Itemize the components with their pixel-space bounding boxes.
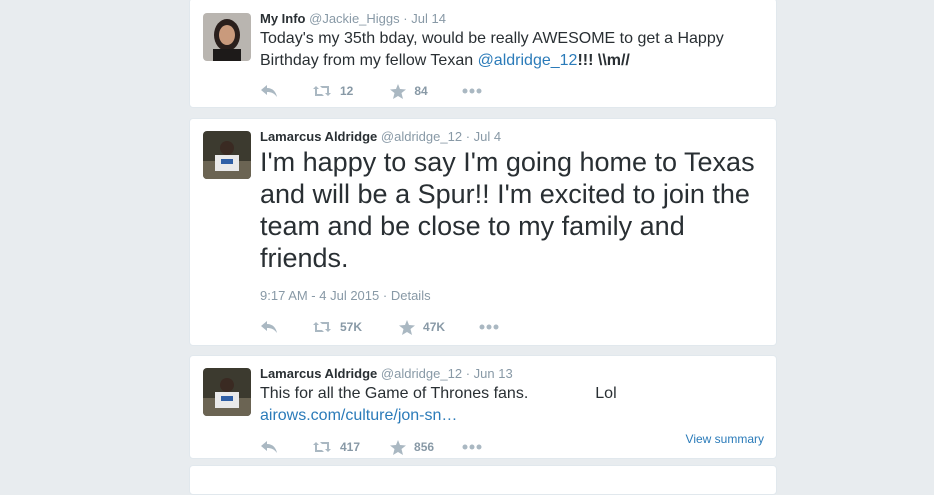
reply-icon[interactable] [260,84,278,98]
favorite-count: 856 [414,440,435,454]
retweet-button[interactable]: 417 [312,440,360,454]
retweet-icon [312,84,332,98]
retweet-icon [312,320,332,334]
tweet-text-line: friends. [260,243,349,273]
tweet-text-line: Birthday from my fellow Texan @aldridge_… [260,50,724,72]
tweet-card[interactable]: My Info @Jackie_Higgs · Jul 14 Today's m… [189,0,777,108]
tweet-text-line: team and be close to my family and [260,211,685,241]
tweet-timestamp[interactable]: 9:17 AM - 4 Jul 2015 [260,288,379,303]
author-handle[interactable]: @aldridge_12 [381,366,462,381]
star-icon [399,319,416,335]
tweet-date[interactable]: Jun 13 [474,366,513,381]
star-icon [390,83,407,99]
author-name[interactable]: My Info [260,11,306,26]
tweet-text-line: I'm happy to say I'm going home to Texas [260,147,755,177]
tweet-card-cropped[interactable] [189,465,777,495]
tweet-date[interactable]: Jul 4 [474,129,501,144]
retweet-count: 57K [340,320,363,334]
tweet-text: I'm happy to say I'm going home to Texas… [260,146,755,274]
favorite-count: 47K [423,320,446,334]
separator-dot: · [382,288,388,303]
tweet-text-segment: This for all the Game of Thrones fans. [260,385,529,402]
tweet-text-segment: Lol [595,385,617,402]
tweet-text-line: Today's my 35th bday, would be really AW… [260,30,724,47]
tweet-text-segment: Birthday from my fellow Texan [260,52,478,69]
author-name[interactable]: Lamarcus Aldridge [260,129,377,144]
favorite-count: 84 [414,84,428,98]
tweet-card[interactable]: Lamarcus Aldridge @aldridge_12 · Jul 4 I… [189,118,777,346]
author-name[interactable]: Lamarcus Aldridge [260,366,377,381]
tweet-card[interactable]: Lamarcus Aldridge @aldridge_12 · Jun 13 … [189,355,777,459]
star-icon [390,439,407,455]
more-icon[interactable] [462,444,482,450]
tweet-text-segment: !!! \\m// [577,52,630,69]
author-handle[interactable]: @Jackie_Higgs [309,11,400,26]
tweet-actions: 12 84 [260,81,482,101]
more-icon[interactable] [479,324,499,330]
tweet-text-line: This for all the Game of Thrones fans. Lo… [260,383,617,405]
separator-dot: · [465,129,471,144]
reply-icon[interactable] [260,320,278,334]
separator-dot: · [403,11,408,26]
article-link[interactable]: airows.com/culture/jon-sn… [260,405,617,427]
retweet-count: 12 [340,84,354,98]
more-icon[interactable] [462,88,482,94]
retweet-button[interactable]: 57K [312,320,362,334]
tweet-date[interactable]: Jul 14 [411,11,446,26]
favorite-button[interactable]: 47K [399,319,446,335]
tweet-text: Today's my 35th bday, would be really AW… [260,28,724,72]
favorite-button[interactable]: 84 [390,83,428,99]
view-summary-link[interactable]: View summary [686,432,764,446]
mention-link[interactable]: @aldridge_12 [478,52,578,69]
retweet-icon [312,440,332,454]
avatar[interactable] [203,131,251,179]
retweet-button[interactable]: 12 [312,84,353,98]
tweet-text: This for all the Game of Thrones fans. Lo… [260,383,617,427]
retweet-count: 417 [340,440,361,454]
tweet-metadata: 9:17 AM - 4 Jul 2015 · Details [260,288,431,303]
tweet-text-line: and will be a Spur!! I'm excited to join… [260,179,750,209]
reply-icon[interactable] [260,440,278,454]
tweet-actions: 57K 47K [260,317,499,337]
favorite-button[interactable]: 856 [390,439,435,455]
tweet-actions: 417 856 [260,437,482,457]
details-link[interactable]: Details [391,288,431,303]
avatar[interactable] [203,368,251,416]
separator-dot: · [465,366,471,381]
avatar[interactable] [203,13,251,61]
author-handle[interactable]: @aldridge_12 [381,129,462,144]
